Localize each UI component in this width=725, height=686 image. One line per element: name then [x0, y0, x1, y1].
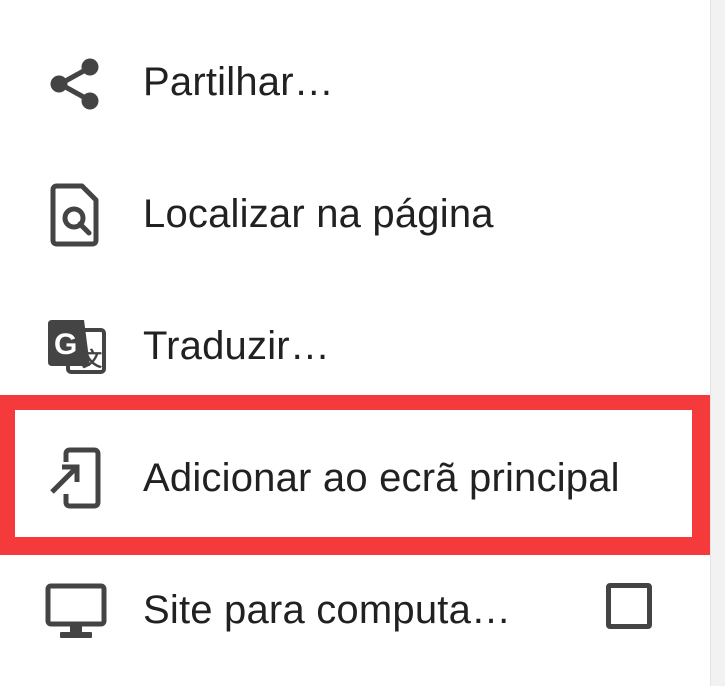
svg-text:文: 文	[82, 347, 103, 371]
share-icon	[40, 46, 112, 118]
menu-item-label: Traduzir…	[143, 324, 331, 368]
menu-item-label: Adicionar ao ecrã principal	[143, 456, 620, 500]
translate-icon: G 文	[40, 310, 112, 382]
menu-item-add-to-home-screen[interactable]: Adicionar ao ecrã principal	[0, 412, 710, 544]
find-in-page-icon	[40, 178, 112, 250]
add-to-home-screen-icon	[40, 442, 112, 514]
desktop-site-checkbox[interactable]	[606, 583, 652, 629]
svg-text:G: G	[54, 328, 77, 361]
menu-item-desktop-site[interactable]: Site para computa…	[0, 544, 710, 676]
menu-item-find-in-page[interactable]: Localizar na página	[0, 148, 710, 280]
menu-item-share[interactable]: Partilhar…	[0, 16, 710, 148]
menu-item-translate[interactable]: G 文 Traduzir…	[0, 280, 710, 412]
desktop-icon	[40, 574, 112, 646]
menu-item-label: Site para computa…	[143, 588, 512, 632]
overflow-menu: Partilhar… Localizar na página G 文 Tradu…	[0, 0, 710, 686]
menu-item-label: Localizar na página	[143, 192, 494, 236]
menu-item-label: Partilhar…	[143, 60, 334, 104]
screen-edge	[710, 0, 725, 686]
